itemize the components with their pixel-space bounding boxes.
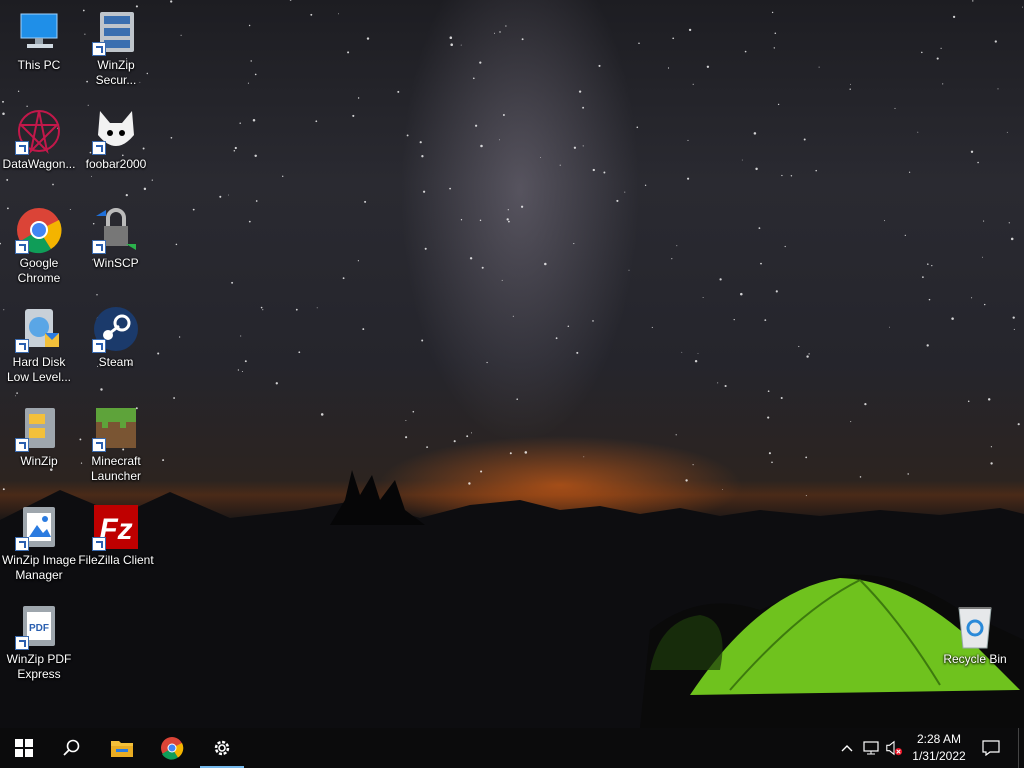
chrome-icon — [15, 206, 63, 254]
taskbar-clock[interactable]: 2:28 AM 1/31/2022 — [904, 731, 974, 765]
file-explorer-icon — [111, 741, 133, 757]
search-icon — [63, 739, 80, 756]
desktop-icon-hard-disk-low-level[interactable]: Hard Disk Low Level... — [0, 299, 78, 385]
desktop-icon-winzip-secure[interactable]: WinZip Secur... — [77, 2, 155, 88]
svg-text:PDF: PDF — [29, 623, 49, 634]
recycle-bin-icon — [951, 602, 999, 650]
clock-time: 2:28 AM — [916, 732, 962, 746]
volume-muted-icon — [886, 740, 903, 756]
desktop-icon-label: Recycle Bin — [943, 652, 1007, 666]
desktop-icon-label: WinZip — [20, 454, 58, 468]
shortcut-arrow-icon — [15, 339, 29, 353]
this-pc-icon — [15, 8, 63, 56]
shortcut-arrow-icon — [92, 141, 106, 155]
desktop-icon-label: WinZip Secur... — [95, 58, 137, 87]
winscp-icon — [92, 206, 140, 254]
shortcut-arrow-icon — [92, 240, 106, 254]
shortcut-arrow-icon — [15, 240, 29, 254]
steam-icon — [92, 305, 140, 353]
desktop-icon-label: This PC — [17, 58, 61, 72]
desktop-icon-label: WinZip Image Manager — [1, 553, 77, 582]
start-button[interactable] — [0, 728, 48, 768]
shortcut-arrow-icon — [15, 438, 29, 452]
notification-icon — [982, 740, 1000, 756]
chevron-up-icon — [841, 745, 853, 752]
desktop-icon-label: DataWagon... — [2, 157, 76, 171]
desktop-icon-label: foobar2000 — [85, 157, 147, 171]
winzip-icon — [15, 404, 63, 452]
chrome-icon — [161, 737, 184, 760]
desktop-icon-label: FileZilla Client — [78, 553, 154, 567]
desktop-icon-steam[interactable]: Steam — [77, 299, 155, 370]
desktop-icon-datawagon[interactable]: DataWagon... — [0, 101, 78, 172]
desktop-icon-recycle-bin[interactable]: Recycle Bin — [936, 596, 1014, 667]
settings-taskbar-button[interactable] — [198, 728, 246, 768]
desktop-icon-winzip-image-manager[interactable]: WinZip Image Manager — [0, 497, 78, 583]
shortcut-arrow-icon — [92, 438, 106, 452]
desktop-icon-label: Minecraft Launcher — [90, 454, 142, 483]
shortcut-arrow-icon — [92, 339, 106, 353]
desktop-icon-foobar2000[interactable]: foobar2000 — [77, 101, 155, 172]
filezilla-icon: Fz — [92, 503, 140, 551]
network-button[interactable] — [862, 739, 880, 757]
desktop-icon-this-pc[interactable]: This PC — [0, 2, 78, 73]
desktop-icon-label: Steam — [98, 355, 134, 369]
hard-disk-icon — [15, 305, 63, 353]
chrome-taskbar-button[interactable] — [148, 728, 196, 768]
winzip-image-manager-icon — [15, 503, 63, 551]
show-desktop-button[interactable] — [1018, 728, 1024, 768]
desktop-icon-minecraft-launcher[interactable]: Minecraft Launcher — [77, 398, 155, 484]
start-icon — [15, 739, 33, 757]
show-hidden-icons-button[interactable] — [838, 739, 856, 757]
settings-icon — [214, 740, 230, 756]
foobar2000-icon — [92, 107, 140, 155]
network-icon — [863, 741, 879, 755]
shortcut-arrow-icon — [15, 636, 29, 650]
desktop-icon-google-chrome[interactable]: Google Chrome — [0, 200, 78, 286]
desktop-icon-winzip-pdf-express[interactable]: PDF WinZip PDF Express — [0, 596, 78, 682]
taskbar: 2:28 AM 1/31/2022 — [0, 728, 1024, 768]
minecraft-icon — [92, 404, 140, 452]
desktop-icon-label: Google Chrome — [17, 256, 61, 285]
action-center-button[interactable] — [982, 739, 1000, 757]
desktop-icon-label: WinZip PDF Express — [6, 652, 72, 681]
desktop-icon-winzip[interactable]: WinZip — [0, 398, 78, 469]
datawagon-icon — [15, 107, 63, 155]
volume-button[interactable] — [885, 739, 903, 757]
desktop-icon-filezilla-client[interactable]: Fz FileZilla Client — [77, 497, 155, 568]
file-explorer-button[interactable] — [98, 728, 146, 768]
desktop-icon-winscp[interactable]: WinSCP — [77, 200, 155, 271]
shortcut-arrow-icon — [92, 537, 106, 551]
winzip-secure-icon — [92, 8, 140, 56]
desktop-icon-label: WinSCP — [93, 256, 139, 270]
shortcut-arrow-icon — [15, 141, 29, 155]
desktop-icon-label: Hard Disk Low Level... — [6, 355, 72, 384]
winzip-pdf-express-icon: PDF — [15, 602, 63, 650]
shortcut-arrow-icon — [15, 537, 29, 551]
clock-date: 1/31/2022 — [912, 749, 966, 763]
search-button[interactable] — [48, 728, 96, 768]
shortcut-arrow-icon — [92, 42, 106, 56]
